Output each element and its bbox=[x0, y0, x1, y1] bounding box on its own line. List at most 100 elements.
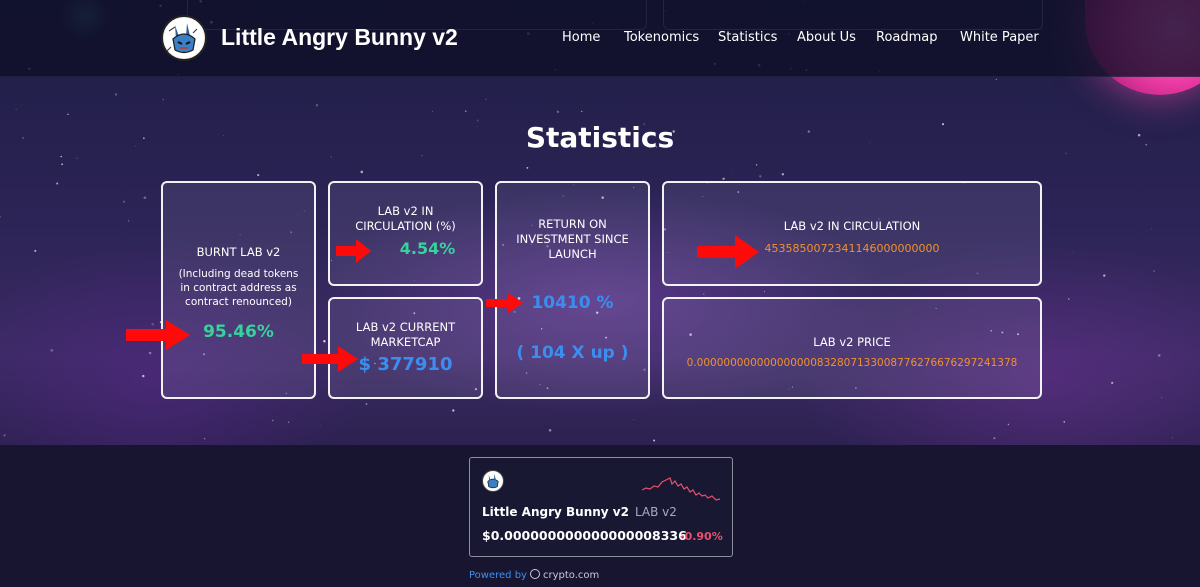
star bbox=[548, 429, 552, 432]
widget-price-change: -0.90% bbox=[680, 530, 723, 543]
star bbox=[781, 173, 784, 176]
star bbox=[1161, 397, 1163, 399]
star bbox=[1007, 423, 1010, 426]
star bbox=[360, 170, 364, 174]
star bbox=[722, 177, 725, 180]
arrow-right-icon bbox=[302, 346, 358, 372]
powered-brand: crypto.com bbox=[542, 570, 600, 581]
page-title: Statistics bbox=[525, 121, 675, 154]
roi-multiple: ( 104 X up ) bbox=[516, 343, 629, 363]
star bbox=[0, 216, 1, 218]
star bbox=[465, 110, 467, 112]
star bbox=[431, 110, 433, 113]
star bbox=[365, 402, 368, 405]
star bbox=[1111, 381, 1114, 385]
star bbox=[257, 174, 260, 177]
burnt-card: BURNT LAB v2 (Including dead tokens in c… bbox=[161, 181, 316, 399]
star bbox=[288, 421, 290, 423]
star bbox=[421, 155, 423, 157]
widget-price: $0.000000000000000008336 bbox=[482, 528, 687, 543]
roi-label: RETURN ON INVESTMENT SINCE LAUNCH bbox=[516, 217, 629, 261]
star bbox=[1072, 252, 1074, 254]
star bbox=[556, 110, 560, 113]
circulation-label: LAB v2 IN CIRCULATION bbox=[783, 219, 921, 233]
star bbox=[1068, 298, 1070, 300]
star bbox=[1153, 270, 1155, 272]
star bbox=[485, 98, 487, 101]
star bbox=[1103, 274, 1106, 277]
circulation-percent-card: LAB v2 IN CIRCULATION (%) 4.54% bbox=[328, 181, 483, 286]
star bbox=[319, 425, 321, 426]
star bbox=[114, 93, 118, 96]
star bbox=[1171, 437, 1174, 439]
star bbox=[61, 163, 63, 166]
star bbox=[56, 182, 59, 185]
star bbox=[323, 339, 326, 343]
star bbox=[653, 439, 656, 442]
star bbox=[315, 104, 319, 107]
brand-name[interactable]: Little Angry Bunny v2 bbox=[221, 24, 458, 51]
nav-tokenomics[interactable]: Tokenomics bbox=[624, 30, 699, 45]
star bbox=[122, 200, 126, 203]
roi-card: RETURN ON INVESTMENT SINCE LAUNCH 10410 … bbox=[495, 181, 650, 399]
price-widget[interactable]: Little Angry Bunny v2 LAB v2 $0.000000000… bbox=[469, 457, 733, 557]
star bbox=[526, 167, 529, 169]
star bbox=[203, 437, 206, 440]
star bbox=[67, 113, 69, 116]
price-label: LAB v2 PRICE bbox=[813, 335, 891, 349]
star bbox=[143, 196, 147, 200]
widget-name-text: Little Angry Bunny v2 bbox=[482, 505, 629, 519]
star bbox=[702, 293, 705, 295]
brand-logo[interactable] bbox=[161, 15, 207, 61]
star bbox=[731, 170, 733, 172]
star bbox=[330, 156, 332, 158]
circulation-percent-label: LAB v2 IN CIRCULATION (%) bbox=[355, 204, 456, 233]
star bbox=[60, 155, 62, 158]
nav-home[interactable]: Home bbox=[562, 30, 600, 45]
star bbox=[580, 110, 583, 113]
star bbox=[759, 175, 762, 178]
arrow-right-icon bbox=[486, 293, 523, 313]
star bbox=[162, 98, 164, 101]
star bbox=[995, 78, 997, 81]
arrow-right-icon bbox=[126, 320, 190, 350]
star bbox=[1063, 421, 1065, 423]
arrow-right-icon bbox=[697, 235, 759, 269]
crypto-com-icon bbox=[529, 569, 540, 579]
star bbox=[452, 409, 455, 412]
star bbox=[1151, 228, 1152, 230]
nav-roadmap[interactable]: Roadmap bbox=[876, 30, 938, 45]
bunny-logo-icon bbox=[483, 471, 503, 491]
circulation-percent-value: 4.54% bbox=[399, 239, 456, 258]
star bbox=[148, 351, 152, 355]
star bbox=[1157, 354, 1161, 357]
burnt-label: BURNT LAB v2 bbox=[196, 245, 281, 259]
star bbox=[142, 374, 145, 378]
powered-prefix: Powered by bbox=[469, 570, 527, 581]
star bbox=[633, 419, 635, 421]
powered-by-link[interactable]: Powered by crypto.com bbox=[469, 569, 599, 581]
star bbox=[272, 419, 274, 422]
star bbox=[755, 164, 758, 166]
circulation-card: LAB v2 IN CIRCULATION 453585007234114600… bbox=[662, 181, 1042, 286]
star bbox=[15, 108, 17, 110]
nav-statistics[interactable]: Statistics bbox=[718, 30, 777, 45]
star bbox=[76, 157, 78, 159]
burnt-note: (Including dead tokens in contract addre… bbox=[178, 268, 299, 308]
widget-token-name: Little Angry Bunny v2 LAB v2 bbox=[482, 505, 677, 519]
nav-white-paper[interactable]: White Paper bbox=[960, 30, 1039, 45]
nav-about-us[interactable]: About Us bbox=[797, 30, 856, 45]
arrow-right-icon bbox=[336, 239, 371, 263]
star bbox=[353, 444, 354, 445]
widget-token-logo bbox=[482, 470, 504, 492]
site-header: Little Angry Bunny v2 Home Tokenomics St… bbox=[0, 0, 1200, 77]
bunny-logo-icon bbox=[164, 18, 204, 58]
widget-token-symbol: LAB v2 bbox=[634, 505, 677, 519]
star bbox=[993, 436, 996, 440]
price-value: 0.00000000000000000083280713300877627667… bbox=[686, 357, 1018, 369]
star bbox=[50, 349, 54, 352]
star bbox=[763, 290, 765, 292]
price-sparkline bbox=[642, 477, 721, 501]
star bbox=[127, 220, 130, 222]
star bbox=[3, 434, 6, 437]
